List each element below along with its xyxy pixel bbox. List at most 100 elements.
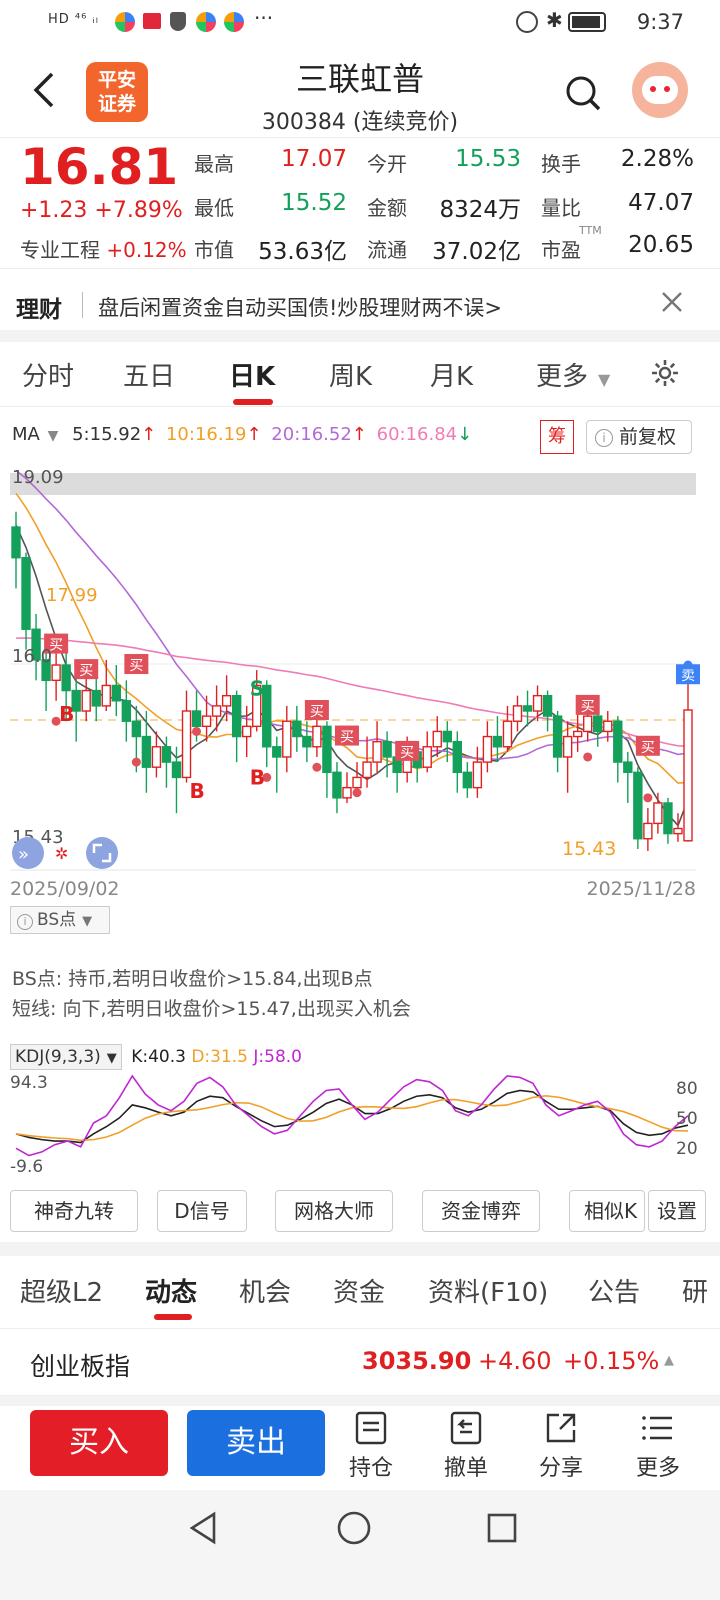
tab-opportunity[interactable]: 机会 bbox=[239, 1272, 291, 1309]
candle-down-body bbox=[442, 730, 452, 743]
candle bbox=[532, 685, 543, 722]
tool-similar-k[interactable]: 相似K bbox=[569, 1190, 645, 1232]
candle-up-body bbox=[532, 694, 543, 712]
candle-up-body bbox=[372, 740, 382, 763]
section-gap bbox=[0, 330, 720, 342]
tool-magic-nine[interactable]: 神奇九转 bbox=[10, 1190, 138, 1232]
candle bbox=[422, 731, 432, 773]
candle-down-body bbox=[272, 746, 282, 758]
nav-home-icon[interactable] bbox=[336, 1510, 372, 1546]
candle-down-body bbox=[171, 761, 182, 779]
status-left: HD ⁴⁶ ᵢₗ bbox=[48, 12, 99, 27]
kdj-j: J:58.0 bbox=[253, 1047, 302, 1067]
candlestick-chart[interactable]: 买买 买买买买买买卖BBBS 19.09 15.43 17.99 16.0 15.… bbox=[0, 455, 720, 885]
more-button[interactable]: 更多 bbox=[618, 1410, 698, 1486]
close-icon[interactable] bbox=[660, 290, 684, 314]
ttm-sup: TTM bbox=[579, 224, 602, 237]
double-chevron-icon: » bbox=[18, 844, 29, 865]
kdj-legend[interactable]: KDJ(9,3,3) ▼ K:40.3 D:31.5 J:58.0 bbox=[10, 1044, 302, 1072]
cancel-order-button[interactable]: 撤单 bbox=[426, 1410, 506, 1486]
bs-line-2: 短线: 向下,若明日收盘价>15.47,出现买入机会 bbox=[12, 998, 411, 1020]
bs-dropdown[interactable]: i BS点 ▼ bbox=[10, 906, 110, 934]
index-change: +4.60 bbox=[478, 1347, 552, 1375]
alarm-icon bbox=[516, 11, 538, 33]
candle bbox=[502, 705, 513, 752]
tab-l2[interactable]: 超级L2 bbox=[20, 1272, 103, 1309]
index-ticker[interactable]: 创业板指 3035.90 +4.60 +0.15% ▲ bbox=[0, 1328, 720, 1396]
candle-down-body bbox=[552, 715, 563, 758]
status-time: 9:37 bbox=[636, 10, 684, 34]
tab-funds[interactable]: 资金 bbox=[333, 1272, 385, 1309]
tab-research[interactable]: 研 bbox=[682, 1272, 720, 1309]
nav-back-icon[interactable] bbox=[186, 1510, 220, 1546]
kdj-chart[interactable]: 94.3 -9.6 80 50 20 bbox=[0, 1070, 720, 1180]
fullscreen-icon[interactable] bbox=[86, 837, 118, 869]
gear-small-icon[interactable]: ✲ bbox=[55, 844, 68, 863]
candle-up-body bbox=[673, 827, 683, 835]
candle-down-body bbox=[462, 771, 473, 789]
ma5-value: 5:15.92↑ bbox=[72, 424, 156, 445]
caret-down-icon: ▼ bbox=[47, 428, 59, 444]
ma-legend[interactable]: MA ▼ 5:15.92↑ 10:16.19↑ 20:16.52↑ 60:16.… bbox=[12, 424, 472, 452]
candle-down-body bbox=[633, 771, 643, 840]
banner-divider bbox=[82, 292, 83, 318]
assistant-avatar[interactable] bbox=[632, 62, 688, 118]
quote-value: 47.07 bbox=[628, 190, 694, 216]
adjust-mode-button[interactable]: i 前复权 bbox=[586, 420, 692, 454]
sell-button[interactable]: 卖出 bbox=[187, 1410, 325, 1476]
arrow-icon: ↑ bbox=[141, 424, 157, 445]
signal-dot bbox=[643, 793, 653, 803]
candle-up-body bbox=[101, 684, 111, 707]
tab-more[interactable]: 更多 ▼ bbox=[536, 356, 610, 393]
nav-recents-icon[interactable] bbox=[486, 1512, 518, 1544]
ma20-text: 20:16.52 bbox=[271, 424, 352, 445]
positions-button[interactable]: 持仓 bbox=[331, 1410, 411, 1486]
tab-news[interactable]: 动态 bbox=[145, 1272, 197, 1309]
buy-signal: 买 bbox=[124, 654, 149, 675]
b-signal: B bbox=[59, 702, 74, 726]
tab-announcements[interactable]: 公告 bbox=[588, 1272, 640, 1309]
candle bbox=[21, 552, 31, 650]
positions-icon bbox=[355, 1411, 387, 1445]
tab-weekly-k[interactable]: 周K bbox=[329, 356, 372, 393]
tab-intraday[interactable]: 分时 bbox=[22, 356, 74, 393]
candle-down-body bbox=[21, 557, 31, 630]
b-signal: B bbox=[190, 779, 205, 803]
high-band bbox=[10, 473, 696, 495]
tool-d-signal[interactable]: D信号 bbox=[157, 1190, 247, 1232]
promo-banner[interactable]: 理财 盘后闲置资金自动买国债!炒股理财两不误> bbox=[0, 280, 720, 330]
tool-fund-game[interactable]: 资金博弈 bbox=[422, 1190, 540, 1232]
candle-down-body bbox=[382, 740, 392, 758]
candle-up-body bbox=[241, 725, 252, 738]
candle-down-body bbox=[161, 746, 172, 763]
sector-change: +0.12% bbox=[106, 238, 187, 262]
mid-level-label: 16.0 bbox=[12, 646, 52, 667]
tool-grid-master[interactable]: 网格大师 bbox=[275, 1190, 393, 1232]
tab-daily-k[interactable]: 日K bbox=[229, 356, 275, 393]
tool-settings[interactable]: 设置 bbox=[648, 1190, 706, 1232]
info-icon: i bbox=[595, 429, 613, 447]
sector-info[interactable]: 专业工程 +0.12% bbox=[20, 234, 187, 263]
kdj-dropdown[interactable]: KDJ(9,3,3) ▼ bbox=[10, 1044, 122, 1070]
back-icon[interactable] bbox=[30, 70, 60, 110]
divider bbox=[0, 268, 720, 269]
tab-f10[interactable]: 资料(F10) bbox=[428, 1272, 548, 1309]
ma-lines bbox=[15, 469, 689, 827]
candle-down-body bbox=[302, 735, 312, 748]
tab-five-day[interactable]: 五日 bbox=[123, 356, 175, 393]
candle bbox=[342, 772, 352, 803]
candle bbox=[613, 716, 623, 783]
gear-icon[interactable] bbox=[650, 358, 680, 388]
signal-text: 买 bbox=[400, 745, 414, 761]
tab-monthly-k[interactable]: 月K bbox=[430, 356, 473, 393]
logo-text: 平安证券 bbox=[97, 69, 136, 115]
search-icon[interactable] bbox=[564, 74, 602, 112]
section-gap bbox=[0, 1396, 720, 1406]
quote-label: 量比 bbox=[541, 196, 581, 220]
candle bbox=[282, 705, 292, 773]
share-button[interactable]: 分享 bbox=[521, 1410, 601, 1486]
chip-distribution-button[interactable]: 筹 bbox=[540, 420, 574, 454]
candle bbox=[372, 721, 382, 773]
signal-text: 买 bbox=[581, 699, 595, 715]
buy-button[interactable]: 买入 bbox=[30, 1410, 168, 1476]
